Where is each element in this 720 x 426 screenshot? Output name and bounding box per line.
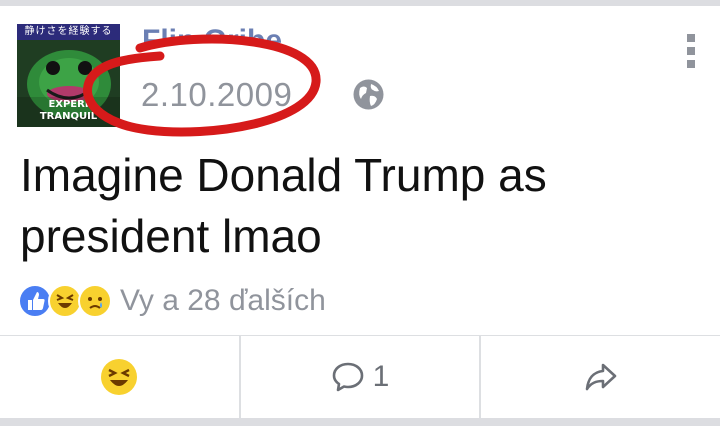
author-name[interactable]: Flip Gribe xyxy=(142,24,282,43)
post-date[interactable]: 2.10.2009 xyxy=(141,76,292,114)
avatar[interactable]: 静けさを経験する EXPERI TRANQUIL xyxy=(17,24,120,127)
comment-icon xyxy=(332,362,363,392)
reactions-summary[interactable]: Vy a 28 ďalších xyxy=(18,283,326,319)
sad-icon xyxy=(78,284,112,318)
bottom-border xyxy=(0,418,720,426)
comment-button[interactable]: 1 xyxy=(238,336,480,418)
action-bar: 1 xyxy=(0,336,720,418)
react-button[interactable] xyxy=(0,336,239,418)
post-text: Imagine Donald Trump as president lmao xyxy=(20,149,547,262)
share-button[interactable] xyxy=(479,336,720,418)
haha-icon xyxy=(101,359,138,395)
share-icon xyxy=(585,363,616,391)
like-icon xyxy=(18,284,52,318)
top-border xyxy=(0,0,720,6)
separator-dot xyxy=(311,88,316,93)
reactions-label: Vy a 28 ďalších xyxy=(120,284,326,317)
globe-icon xyxy=(353,79,384,110)
vertical-dots-icon[interactable] xyxy=(682,34,700,70)
comment-count: 1 xyxy=(372,360,390,393)
haha-icon xyxy=(48,284,82,318)
avatar-caption-bottom: EXPERI TRANQUIL xyxy=(17,97,120,127)
